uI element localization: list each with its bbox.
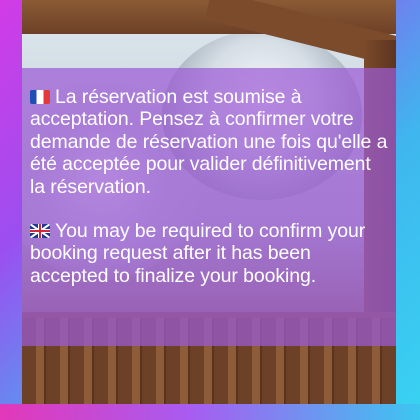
- france-flag-icon: [30, 90, 50, 104]
- booking-notice: La réservation est soumise à acceptation…: [30, 86, 390, 309]
- notice-english: You may be required to confirm your book…: [30, 220, 390, 287]
- notice-french-text: La réservation est soumise à acceptation…: [30, 86, 388, 198]
- notice-french: La réservation est soumise à acceptation…: [30, 86, 390, 198]
- gradient-frame-bottom: [0, 404, 420, 420]
- notice-english-text: You may be required to confirm your book…: [30, 220, 366, 287]
- uk-flag-icon: [30, 224, 50, 239]
